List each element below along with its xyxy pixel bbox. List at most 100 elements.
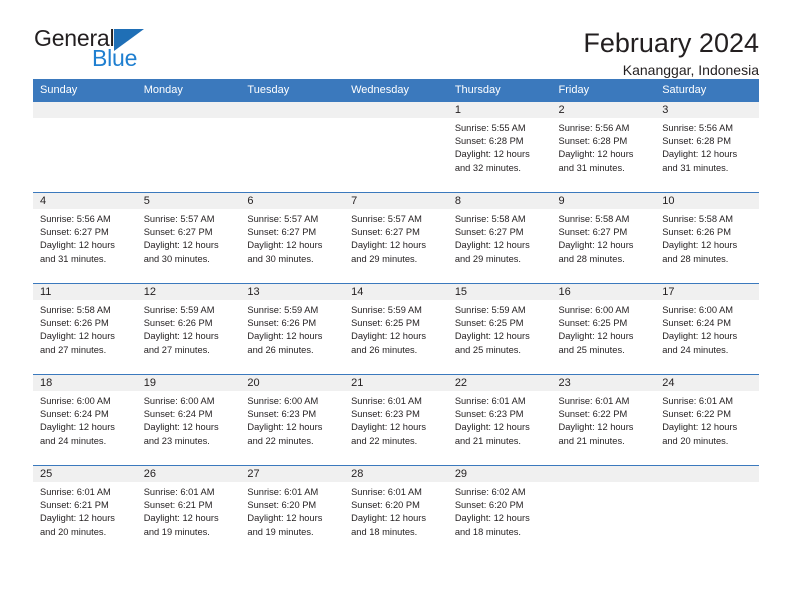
day-number: 6: [240, 193, 345, 209]
day-number: 5: [136, 193, 241, 209]
day-details: Sunrise: 6:01 AM Sunset: 6:21 PM Daylight:…: [33, 482, 137, 539]
daylight-duration-line2: and 28 minutes.: [558, 253, 625, 264]
calendar-page: General Blue February 2024 Kananggar, In…: [0, 0, 792, 612]
weekday-header-saturday: Saturday: [655, 79, 759, 102]
calendar-day-cell[interactable]: 24 Sunrise: 6:01 AM Sunset: 6:22 PM Dayligh…: [655, 374, 759, 466]
sunrise-time: Sunrise: 5:58 AM: [454, 214, 526, 224]
weekday-header-tuesday: Tuesday: [240, 79, 345, 102]
calendar-day-cell-empty: [655, 465, 759, 556]
calendar-day-cell[interactable]: 20 Sunrise: 6:00 AM Sunset: 6:23 PM Dayligh…: [240, 374, 345, 466]
daylight-duration-line2: and 23 minutes.: [143, 435, 210, 446]
sunset-time: Sunset: 6:26 PM: [247, 318, 317, 329]
day-number: 15: [447, 284, 552, 300]
day-details: Sunrise: 6:00 AM Sunset: 6:24 PM Daylight:…: [655, 300, 759, 357]
day-number: 24: [655, 375, 759, 391]
daylight-duration-line2: and 29 minutes.: [454, 253, 521, 264]
calendar-day-cell[interactable]: 25 Sunrise: 6:01 AM Sunset: 6:21 PM Dayligh…: [33, 465, 137, 556]
calendar-day-cell[interactable]: 9 Sunrise: 5:58 AM Sunset: 6:27 PM Daylight…: [551, 192, 656, 284]
calendar-day-cell[interactable]: 14 Sunrise: 5:59 AM Sunset: 6:25 PM Dayligh…: [344, 283, 448, 375]
sunrise-time: Sunrise: 5:56 AM: [40, 214, 111, 224]
day-details: Sunrise: 6:01 AM Sunset: 6:23 PM Daylight:…: [448, 391, 552, 448]
calendar-day-cell[interactable]: 21 Sunrise: 6:01 AM Sunset: 6:23 PM Dayligh…: [344, 374, 448, 466]
day-number: 8: [447, 193, 552, 209]
daylight-duration-line1: Daylight: 12 hours: [662, 331, 738, 342]
calendar-day-cell[interactable]: 2 Sunrise: 5:56 AM Sunset: 6:28 PM Daylight…: [551, 101, 656, 193]
sunrise-time: Sunrise: 6:01 AM: [143, 487, 215, 497]
sunrise-time: Sunrise: 6:00 AM: [40, 396, 111, 406]
daylight-duration-line1: Daylight: 12 hours: [351, 513, 427, 524]
daylight-duration-line1: Daylight: 12 hours: [454, 240, 530, 251]
sunset-time: Sunset: 6:20 PM: [247, 500, 317, 511]
sunrise-time: Sunrise: 6:01 AM: [558, 396, 630, 406]
sunrise-time: Sunrise: 5:59 AM: [454, 305, 526, 315]
day-number: 12: [136, 284, 241, 300]
calendar-day-cell[interactable]: 23 Sunrise: 6:01 AM Sunset: 6:22 PM Dayligh…: [551, 374, 656, 466]
sunrise-time: Sunrise: 5:56 AM: [558, 123, 630, 133]
daylight-duration-line1: Daylight: 12 hours: [351, 240, 427, 251]
day-details: Sunrise: 6:02 AM Sunset: 6:20 PM Daylight:…: [448, 482, 552, 539]
daylight-duration-line2: and 18 minutes.: [454, 526, 521, 537]
calendar-day-cell[interactable]: 7 Sunrise: 5:57 AM Sunset: 6:27 PM Daylight…: [344, 192, 448, 284]
daylight-duration-line1: Daylight: 12 hours: [558, 422, 634, 433]
calendar-day-cell[interactable]: 28 Sunrise: 6:01 AM Sunset: 6:20 PM Dayligh…: [344, 465, 448, 556]
day-number: 2: [551, 102, 656, 118]
day-details: Sunrise: 6:00 AM Sunset: 6:23 PM Daylight:…: [240, 391, 344, 448]
daylight-duration-line1: Daylight: 12 hours: [247, 513, 323, 524]
day-number: 4: [33, 193, 137, 209]
calendar-day-cell[interactable]: 10 Sunrise: 5:58 AM Sunset: 6:26 PM Dayligh…: [655, 192, 759, 284]
calendar-day-cell[interactable]: 17 Sunrise: 6:00 AM Sunset: 6:24 PM Dayligh…: [655, 283, 759, 375]
calendar-day-cell[interactable]: 27 Sunrise: 6:01 AM Sunset: 6:20 PM Dayligh…: [240, 465, 345, 556]
sunset-time: Sunset: 6:27 PM: [454, 227, 524, 238]
sunrise-time: Sunrise: 6:01 AM: [247, 487, 319, 497]
calendar-day-cell[interactable]: 1 Sunrise: 5:55 AM Sunset: 6:28 PM Daylight…: [447, 101, 552, 193]
daylight-duration-line2: and 22 minutes.: [247, 435, 314, 446]
daylight-duration-line1: Daylight: 12 hours: [247, 422, 323, 433]
calendar-day-cell[interactable]: 19 Sunrise: 6:00 AM Sunset: 6:24 PM Dayligh…: [136, 374, 241, 466]
daylight-duration-line1: Daylight: 12 hours: [662, 422, 738, 433]
daylight-duration-line1: Daylight: 12 hours: [40, 331, 115, 342]
calendar-week-row: 11 Sunrise: 5:58 AM Sunset: 6:26 PM Dayligh…: [33, 283, 759, 375]
daylight-duration-line1: Daylight: 12 hours: [351, 422, 427, 433]
sunrise-time: Sunrise: 6:00 AM: [143, 396, 215, 406]
sunset-time: Sunset: 6:26 PM: [662, 227, 731, 238]
calendar-day-cell[interactable]: 15 Sunrise: 5:59 AM Sunset: 6:25 PM Dayligh…: [447, 283, 552, 375]
sunrise-time: Sunrise: 5:55 AM: [454, 123, 526, 133]
calendar-day-cell[interactable]: 5 Sunrise: 5:57 AM Sunset: 6:27 PM Daylight…: [136, 192, 241, 284]
calendar-day-cell[interactable]: 6 Sunrise: 5:57 AM Sunset: 6:27 PM Daylight…: [240, 192, 345, 284]
sunrise-time: Sunrise: 5:58 AM: [40, 305, 111, 315]
day-number: 9: [551, 193, 656, 209]
calendar-day-cell[interactable]: 13 Sunrise: 5:59 AM Sunset: 6:26 PM Dayligh…: [240, 283, 345, 375]
day-details: Sunrise: 5:58 AM Sunset: 6:26 PM Daylight:…: [33, 300, 137, 357]
page-subtitle: Kananggar, Indonesia: [622, 62, 759, 79]
calendar-week-row: 4 Sunrise: 5:56 AM Sunset: 6:27 PM Daylight…: [33, 192, 759, 284]
calendar-day-cell[interactable]: 12 Sunrise: 5:59 AM Sunset: 6:26 PM Dayligh…: [136, 283, 241, 375]
calendar-day-cell[interactable]: 22 Sunrise: 6:01 AM Sunset: 6:23 PM Dayligh…: [447, 374, 552, 466]
calendar-day-cell[interactable]: 3 Sunrise: 5:56 AM Sunset: 6:28 PM Daylight…: [655, 101, 759, 193]
day-details: Sunrise: 6:01 AM Sunset: 6:20 PM Daylight:…: [344, 482, 448, 539]
daylight-duration-line1: Daylight: 12 hours: [558, 149, 634, 160]
calendar-day-cell[interactable]: 18 Sunrise: 6:00 AM Sunset: 6:24 PM Dayligh…: [33, 374, 137, 466]
daylight-duration-line2: and 19 minutes.: [143, 526, 210, 537]
calendar-day-cell[interactable]: 29 Sunrise: 6:02 AM Sunset: 6:20 PM Dayligh…: [447, 465, 552, 556]
calendar-day-cell[interactable]: 16 Sunrise: 6:00 AM Sunset: 6:25 PM Dayligh…: [551, 283, 656, 375]
logo-text-blue: Blue: [92, 45, 138, 71]
day-number: 19: [136, 375, 241, 391]
sunset-time: Sunset: 6:20 PM: [454, 500, 524, 511]
sunrise-time: Sunrise: 6:00 AM: [558, 305, 630, 315]
calendar-day-cell-empty: [136, 101, 241, 193]
calendar-day-cell[interactable]: 8 Sunrise: 5:58 AM Sunset: 6:27 PM Daylight…: [447, 192, 552, 284]
daylight-duration-line2: and 19 minutes.: [247, 526, 314, 537]
day-number: 22: [447, 375, 552, 391]
daylight-duration-line1: Daylight: 12 hours: [454, 331, 530, 342]
calendar-header: Sunday Monday Tuesday Wednesday Thursday…: [33, 79, 759, 102]
daylight-duration-line1: Daylight: 12 hours: [662, 240, 738, 251]
sunset-time: Sunset: 6:23 PM: [351, 409, 420, 420]
calendar-day-cell[interactable]: 11 Sunrise: 5:58 AM Sunset: 6:26 PM Dayligh…: [33, 283, 137, 375]
day-details: Sunrise: 5:59 AM Sunset: 6:25 PM Daylight:…: [448, 300, 552, 357]
daylight-duration-line1: Daylight: 12 hours: [143, 422, 219, 433]
calendar-day-cell[interactable]: 4 Sunrise: 5:56 AM Sunset: 6:27 PM Daylight…: [33, 192, 137, 284]
sunrise-time: Sunrise: 5:57 AM: [351, 214, 422, 224]
calendar-day-cell[interactable]: 26 Sunrise: 6:01 AM Sunset: 6:21 PM Dayligh…: [136, 465, 241, 556]
sunset-time: Sunset: 6:21 PM: [143, 500, 213, 511]
day-details: Sunrise: 5:59 AM Sunset: 6:26 PM Daylight:…: [240, 300, 344, 357]
